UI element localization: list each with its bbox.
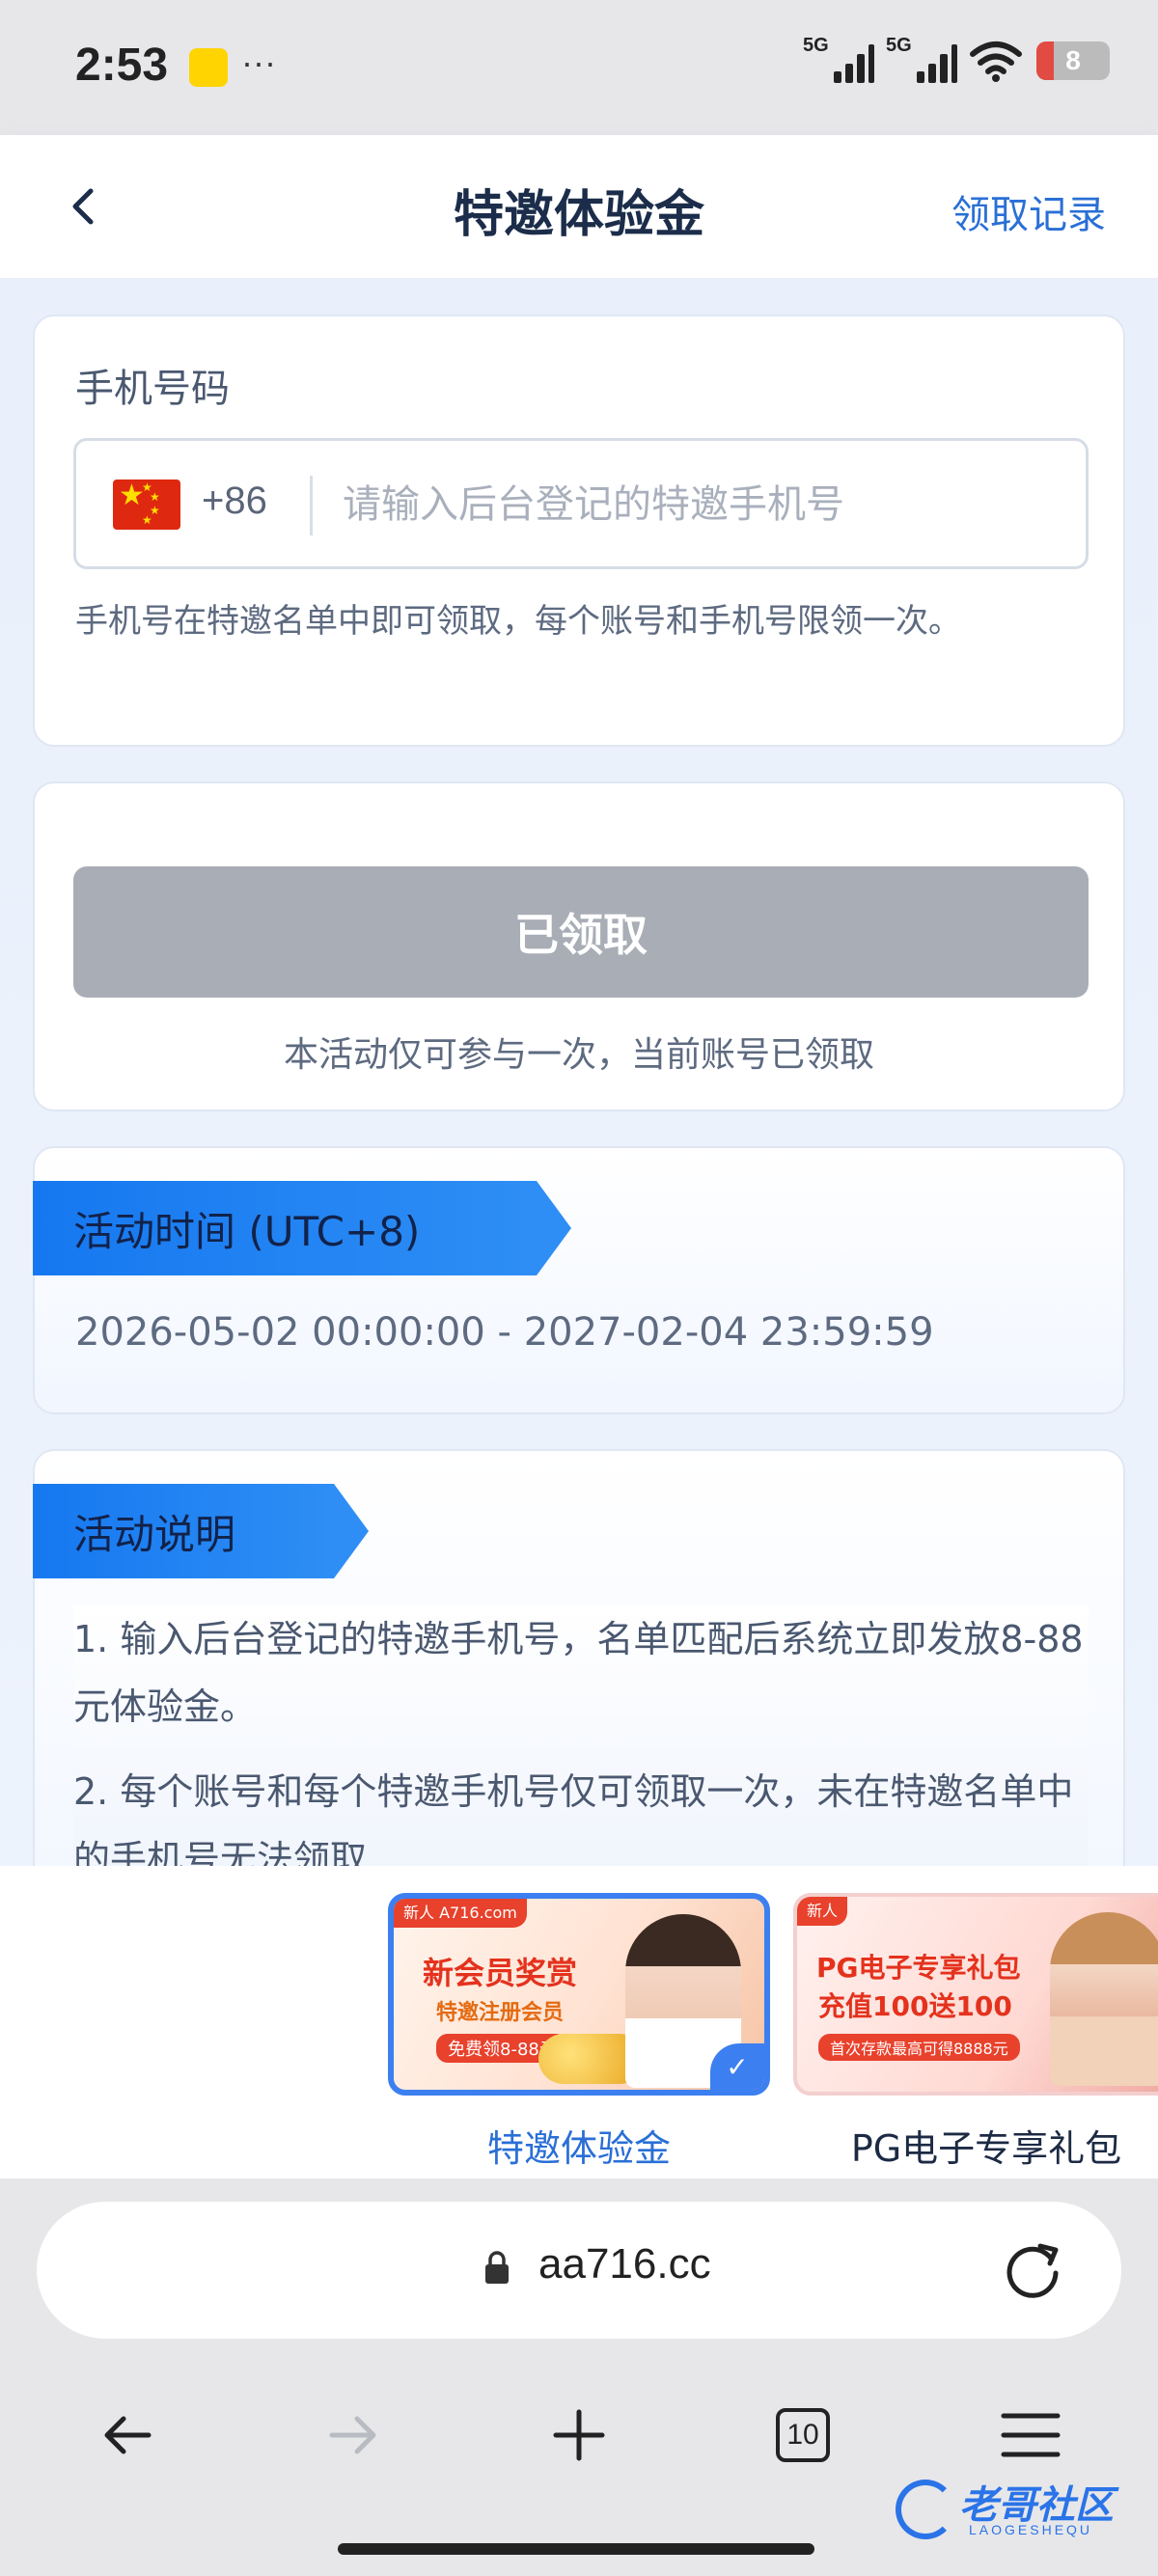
signal-label-2: 5G [886,35,912,56]
activity-time-ribbon: 活动时间 (UTC+8) [33,1181,571,1275]
status-icons: 5G 5G 8 [803,35,1110,83]
claimed-note: 本活动仅可参与一次，当前账号已领取 [283,1035,874,1075]
url-text[interactable]: aa716.cc [538,2240,711,2288]
phone-hint: 手机号在特邀名单中即可领取，每个账号和手机号限领一次。 [75,602,961,641]
signal-icon: 5G [803,35,874,83]
menu-button[interactable] [992,2397,1069,2474]
browser-forward-button[interactable] [315,2397,392,2474]
plus-icon [553,2409,605,2461]
tabs-button[interactable]: 10 [764,2397,841,2474]
address-bar[interactable]: aa716.cc [37,2202,1121,2339]
activity-desc-card: 活动说明 1. 输入后台登记的特邀手机号，名单匹配后系统立即发放8-88元体验金… [33,1449,1125,1866]
watermark-subtext: LAOGESHEQU [969,2522,1093,2537]
browser-back-button[interactable] [89,2397,166,2474]
wifi-icon [970,41,1022,82]
claim-card: 已领取 本活动仅可参与一次，当前账号已领取 [33,781,1125,1111]
status-bar: 2:53 ··· 5G 5G 8 [0,0,1158,135]
arrow-right-icon [329,2416,376,2454]
tab-count: 10 [776,2408,830,2462]
phone-input[interactable] [343,470,1057,539]
arrow-left-icon [104,2416,152,2454]
claimed-button[interactable]: 已领取 [73,866,1089,998]
site-watermark: 老哥社区 LAOGESHEQU [896,2468,1146,2555]
promo-tag: 新人 [797,1897,848,1926]
new-tab-button[interactable] [540,2397,618,2474]
signal-label: 5G [803,35,829,56]
promo-headline: PG电子专享礼包 [816,1952,1021,1984]
battery-level: 8 [1065,45,1081,75]
field-divider [310,476,313,535]
app-notification-icon [189,48,228,87]
promo-label-pg-gift[interactable]: PG电子专享礼包 [793,2119,1158,2172]
promo-subline: 特邀注册会员 [436,2001,565,2025]
more-notifications-icon: ··· [241,42,276,82]
activity-time-card: 活动时间 (UTC+8) 2026-05-02 00:00:00 - 2027-… [33,1146,1125,1414]
promo-label-trial-bonus[interactable]: 特邀体验金 [388,2119,770,2172]
china-flag-icon[interactable]: ★ ★ ★ ★ ★ [113,480,180,530]
promo-strip[interactable]: 新人 A716.com 新会员奖赏 特邀注册会员 免费领8-88元 ✓ 新人 P… [0,1866,1158,2179]
hamburger-menu-icon [1001,2413,1061,2457]
activity-desc-list: 1. 输入后台登记的特邀手机号，名单匹配后系统立即发放8-88元体验金。 2. … [73,1605,1089,1866]
model-image [1050,1912,1158,2086]
home-indicator[interactable] [338,2543,814,2555]
activity-time-range: 2026-05-02 00:00:00 - 2027-02-04 23:59:5… [75,1310,934,1355]
activity-desc-ribbon: 活动说明 [33,1484,369,1578]
claim-records-link[interactable]: 领取记录 [951,183,1106,239]
page-header: 特邀体验金 领取记录 [0,135,1158,278]
battery-icon: 8 [1036,41,1110,80]
activity-time-title: 活动时间 (UTC+8) [73,1207,421,1255]
desc-item: 2. 每个账号和每个特邀手机号仅可领取一次，未在特邀名单中的手机号无法领取 [73,1770,1074,1866]
status-time: 2:53 [75,40,169,91]
reload-icon[interactable] [1002,2238,1065,2302]
phone-field[interactable]: ★ ★ ★ ★ ★ +86 [73,438,1089,569]
watermark-logo-icon [896,2480,955,2539]
lock-icon [485,2251,509,2284]
phone-label: 手机号码 [75,367,230,411]
promo-subline: 充值100送100 [818,1990,1012,2022]
desc-item: 1. 输入后台登记的特邀手机号，名单匹配后系统立即发放8-88元体验金。 [73,1618,1084,1728]
activity-desc-title: 活动说明 [73,1510,236,1558]
signal-icon-2: 5G [886,35,957,83]
content-area[interactable]: 手机号码 ★ ★ ★ ★ ★ +86 手机号在特邀名单中即可领取，每个账号和手机… [0,278,1158,1866]
promo-card-pg-gift[interactable]: 新人 PG电子专享礼包 充值100送100 首次存款最高可得8888元 [793,1893,1158,2096]
promo-card-trial-bonus[interactable]: 新人 A716.com 新会员奖赏 特邀注册会员 免费领8-88元 ✓ [388,1893,770,2096]
country-code[interactable]: +86 [202,480,267,523]
promo-tag: 新人 A716.com [394,1899,527,1928]
promo-headline: 新会员奖赏 [423,1955,578,1991]
promo-pill: 首次存款最高可得8888元 [818,2034,1020,2061]
phone-card: 手机号码 ★ ★ ★ ★ ★ +86 手机号在特邀名单中即可领取，每个账号和手机… [33,315,1125,747]
